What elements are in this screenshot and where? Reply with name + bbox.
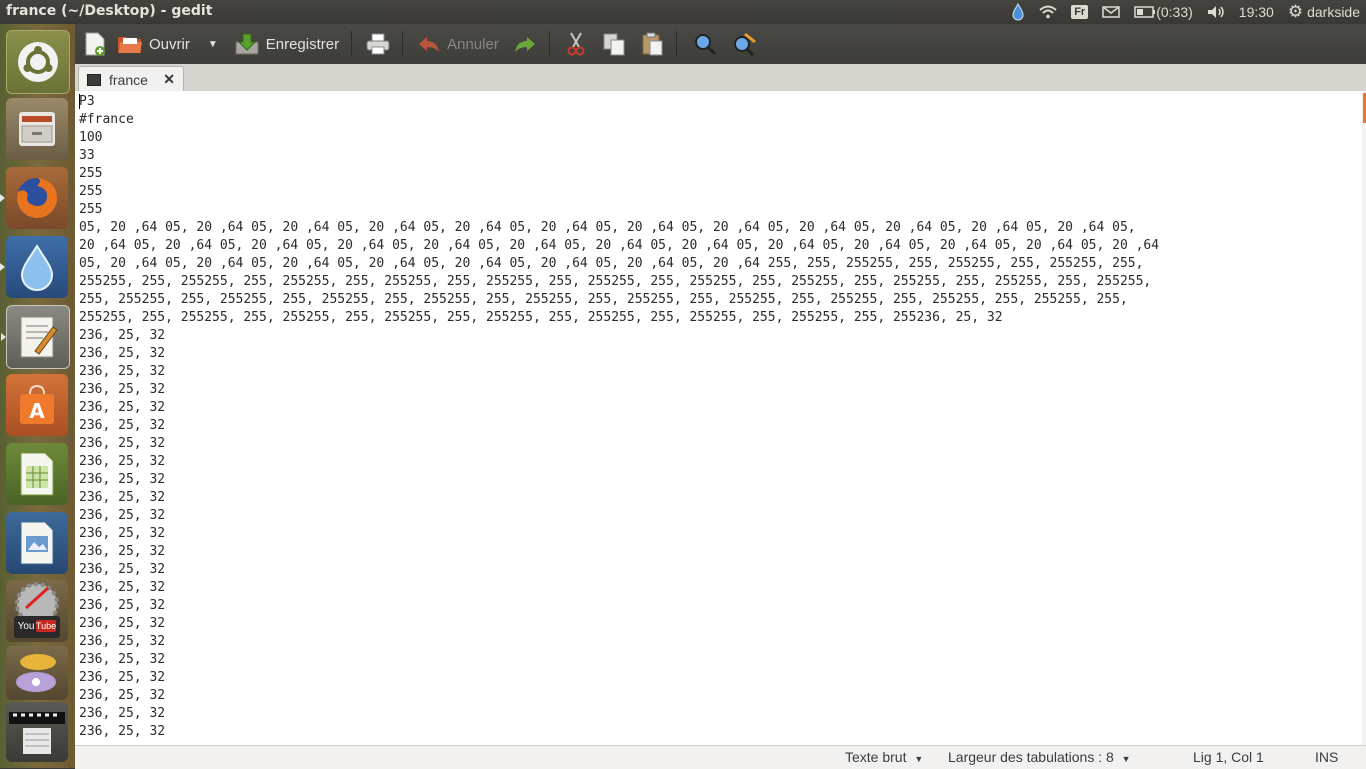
video-editor-launcher[interactable] [6, 702, 68, 762]
save-label: Enregistrer [265, 35, 340, 53]
files-launcher[interactable] [6, 98, 68, 160]
search-icon [694, 34, 716, 56]
battery-time: (0:33) [1156, 4, 1193, 20]
new-document-icon [85, 32, 105, 56]
wifi-icon[interactable] [1039, 5, 1057, 19]
file-cabinet-icon [19, 112, 55, 146]
firefox-launcher[interactable] [0, 167, 68, 229]
open-button[interactable]: Ouvrir ▼ [117, 33, 218, 55]
window-title: france (~/Desktop) - gedit [6, 3, 213, 19]
tab-france[interactable]: france ✕ [78, 66, 184, 92]
indicator-area: Fr (0:33) 19:30 ⚙ darkside [1011, 0, 1360, 24]
paste-button[interactable] [640, 32, 664, 56]
session-menu[interactable]: ⚙ darkside [1288, 2, 1360, 22]
close-tab-icon[interactable]: ✕ [163, 71, 175, 88]
redo-button[interactable] [513, 34, 537, 54]
media-launcher[interactable] [6, 646, 68, 700]
redo-arrow-icon [514, 37, 535, 52]
droplet-app-icon [20, 244, 54, 291]
mail-icon[interactable] [1102, 6, 1120, 18]
volume-icon[interactable] [1207, 5, 1225, 19]
svg-text:A: A [29, 399, 45, 423]
text-editor-icon [20, 316, 58, 358]
folder-open-icon [118, 37, 142, 53]
new-document-button[interactable] [83, 31, 107, 57]
undo-label: Annuler [447, 35, 499, 53]
save-button[interactable]: Enregistrer [234, 32, 339, 56]
keyboard-language-indicator[interactable]: Fr [1071, 5, 1089, 19]
find-replace-icon [733, 32, 756, 56]
tab-label: france [109, 71, 148, 88]
youtube-downloader-launcher[interactable]: You Tube [6, 580, 68, 642]
tab-bar: france ✕ [75, 64, 1366, 92]
undo-button[interactable]: Annuler [417, 34, 499, 54]
clock[interactable]: 19:30 [1239, 4, 1274, 20]
chevron-down-icon: ▼ [914, 754, 924, 764]
printer-icon [366, 33, 390, 55]
clipboard-icon [642, 32, 663, 56]
youtube-gear-icon: You Tube [14, 582, 60, 638]
scissors-icon [567, 32, 585, 56]
print-button[interactable] [366, 33, 390, 55]
droplet-icon[interactable] [1011, 3, 1025, 21]
ubuntu-logo-icon [18, 42, 58, 82]
search-button[interactable] [693, 32, 717, 56]
svg-text:Tube: Tube [36, 621, 56, 631]
running-indicator [0, 194, 5, 202]
media-disc-icon [16, 654, 56, 692]
battery-icon [1134, 6, 1156, 18]
toolbar-separator [402, 31, 404, 57]
chevron-down-icon: ▼ [1121, 754, 1131, 764]
insert-mode: INS [1315, 749, 1339, 765]
software-center-launcher[interactable]: A [6, 374, 68, 436]
tab-width-label: Largeur des tabulations : 8 [948, 749, 1114, 765]
top-panel: france (~/Desktop) - gedit Fr (0:33) 19:… [0, 0, 1366, 24]
calc-launcher[interactable] [6, 443, 68, 505]
gear-icon: ⚙ [1287, 2, 1304, 21]
firefox-icon [17, 177, 58, 218]
toolbar-separator [675, 31, 677, 57]
spreadsheet-icon [20, 452, 54, 496]
status-bar: Texte brut ▼ Largeur des tabulations : 8… [75, 745, 1366, 769]
shopping-bag-icon: A [20, 384, 54, 424]
toolbar: Ouvrir ▼ Enregistrer Annuler [75, 24, 1366, 64]
impress-launcher[interactable] [6, 512, 68, 574]
launcher: A You Tube [0, 24, 75, 768]
user-name: darkside [1307, 4, 1360, 20]
toolbar-separator [548, 31, 550, 57]
syntax-language-selector[interactable]: Texte brut ▼ [845, 749, 923, 765]
cut-button[interactable] [566, 32, 586, 56]
undo-arrow-icon [419, 37, 440, 52]
presentation-icon [20, 521, 54, 565]
open-recent-dropdown[interactable]: ▼ [208, 39, 218, 50]
text-cursor [79, 94, 80, 109]
running-indicator [1, 333, 6, 341]
dash-home-button[interactable] [6, 30, 70, 94]
copy-button[interactable] [602, 32, 626, 56]
search-replace-button[interactable] [731, 32, 757, 56]
running-indicator [0, 263, 5, 271]
document-icon [87, 73, 101, 86]
tab-width-selector[interactable]: Largeur des tabulations : 8 ▼ [948, 749, 1131, 765]
save-icon [235, 33, 259, 55]
syntax-label: Texte brut [845, 749, 907, 765]
editor-content[interactable]: P3 #france 100 33 255 255 255 05, 20 ,64… [75, 91, 1366, 741]
copy-icon [603, 33, 625, 56]
film-strip-icon [9, 712, 65, 754]
open-label: Ouvrir [149, 35, 190, 53]
battery-indicator[interactable]: (0:33) [1134, 4, 1193, 20]
gedit-launcher[interactable] [1, 305, 70, 369]
toolbar-separator [351, 31, 353, 57]
svg-text:You: You [18, 621, 35, 632]
cursor-position: Lig 1, Col 1 [1193, 749, 1264, 765]
text-editor[interactable]: P3 #france 100 33 255 255 255 05, 20 ,64… [75, 91, 1366, 745]
liferea-launcher[interactable] [0, 236, 68, 298]
vertical-scrollbar[interactable] [1362, 91, 1366, 745]
